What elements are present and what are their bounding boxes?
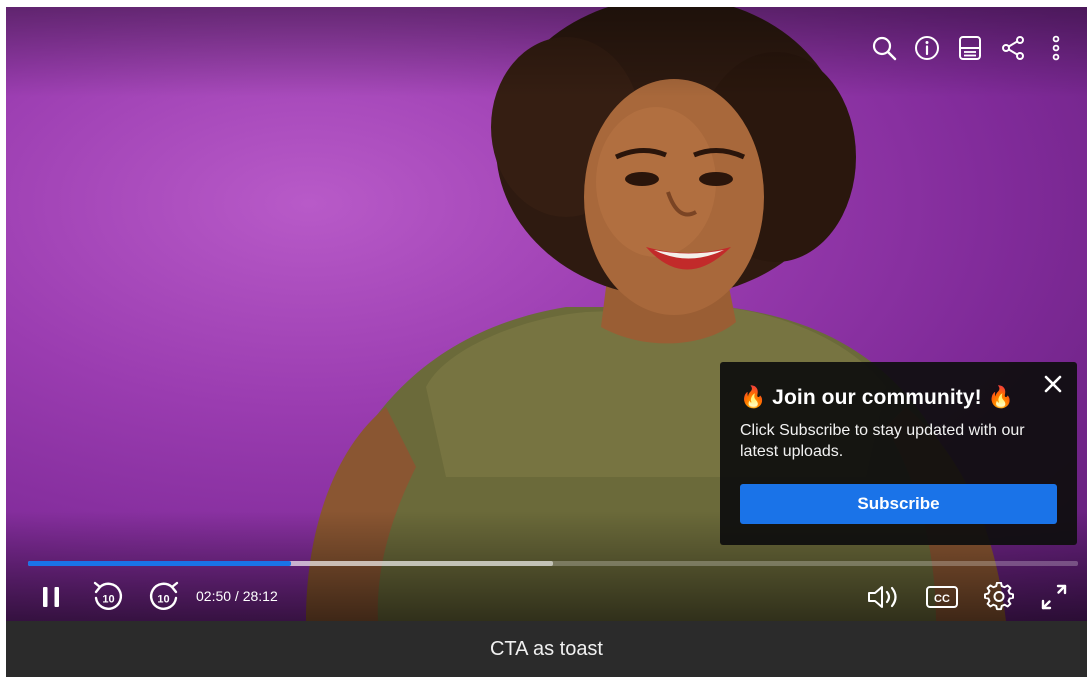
progress-bar[interactable] [28,561,1078,566]
pause-icon [43,587,59,607]
rewind-10-label: 10 [102,594,114,606]
closed-captions-button[interactable]: CC [922,577,962,617]
pause-button[interactable] [36,577,66,617]
forward-10-button[interactable]: 10 [146,577,182,617]
cta-toast: 🔥 Join our community! 🔥 Click Subscribe … [720,362,1077,545]
toast-body: Click Subscribe to stay updated with our… [740,422,1025,460]
share-icon [1001,36,1024,60]
caption-label: CTA as toast [6,621,1087,677]
closed-captions-icon: CC [926,586,958,608]
subscribe-button[interactable]: Subscribe [740,484,1057,524]
more-options-button[interactable] [1034,31,1077,65]
search-icon [872,36,896,61]
forward-10-icon: 10 [149,581,179,610]
toast-title: 🔥 Join our community! 🔥 [740,386,1014,409]
more-vertical-icon [1052,35,1059,61]
progress-played [28,561,291,566]
top-toolbar [862,31,1077,65]
transcript-button[interactable] [948,31,991,65]
fullscreen-button[interactable] [1036,577,1072,617]
search-button[interactable] [862,31,905,65]
rewind-10-icon: 10 [93,581,123,610]
close-icon [1044,375,1062,393]
forward-10-label: 10 [157,594,169,606]
transcript-icon [958,36,981,60]
video-area[interactable]: 🔥 Join our community! 🔥 Click Subscribe … [6,7,1087,621]
settings-icon [984,582,1014,611]
fullscreen-icon [1041,584,1067,610]
player-frame: 🔥 Join our community! 🔥 Click Subscribe … [6,7,1087,677]
info-button[interactable] [905,31,948,65]
volume-button[interactable] [864,577,906,617]
volume-icon [868,586,897,608]
settings-button[interactable] [980,577,1018,617]
toast-close-button[interactable] [1041,372,1065,396]
time-display: 02:50 / 28:12 [196,588,278,604]
rewind-10-button[interactable]: 10 [90,577,126,617]
info-icon [914,36,939,60]
cc-label: CC [934,593,950,605]
share-button[interactable] [991,31,1034,65]
control-bar: 10 10 02:50 / 28:12 CC [6,577,1087,617]
